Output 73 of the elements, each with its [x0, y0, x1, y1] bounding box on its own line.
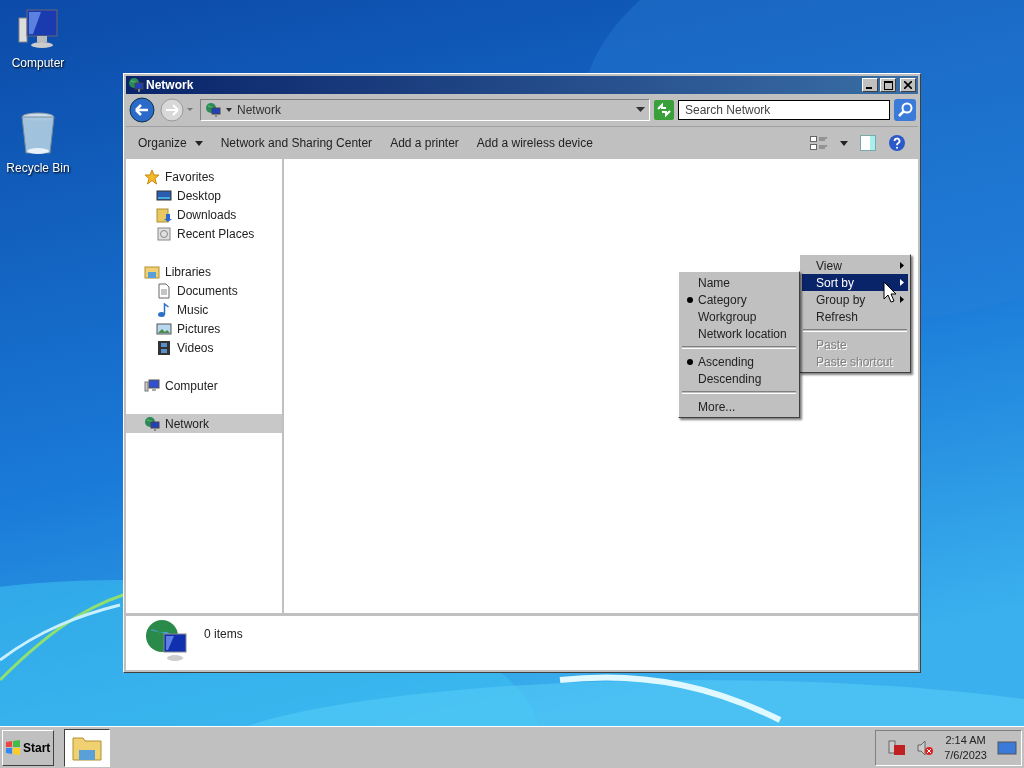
recycle-bin-icon	[18, 111, 58, 157]
refresh-button[interactable]	[654, 100, 674, 120]
view-details-icon[interactable]	[810, 135, 828, 151]
back-button[interactable]	[128, 96, 156, 124]
nav-item[interactable]: Favorites	[126, 167, 282, 186]
network-error-icon[interactable]	[888, 738, 907, 757]
menu-item[interactable]: More...	[681, 398, 797, 415]
nav-item[interactable]: Pictures	[126, 319, 282, 338]
address-path: Network	[237, 103, 282, 117]
command-link[interactable]: Network and Sharing Center	[220, 136, 373, 150]
clock-time: 2:14 AM	[945, 732, 986, 748]
nav-item[interactable]: Music	[126, 300, 282, 319]
organize-menu[interactable]: Organize	[138, 136, 203, 150]
recent-places-icon	[156, 225, 172, 242]
music-note-icon	[156, 301, 172, 318]
search-icon[interactable]	[894, 99, 916, 121]
menu-item[interactable]: Sort by	[802, 274, 908, 291]
minimize-button[interactable]	[862, 78, 878, 92]
network-globe-icon	[128, 77, 144, 93]
item-count: 0 items	[204, 627, 243, 641]
star-icon	[144, 168, 160, 185]
close-icon	[904, 81, 912, 89]
address-bar[interactable]: Network	[200, 99, 650, 121]
library-folder-icon	[144, 263, 160, 280]
taskbar-button[interactable]	[64, 728, 110, 767]
nav-item[interactable]: Computer	[126, 376, 282, 395]
close-button[interactable]	[900, 78, 916, 92]
windows-logo-icon	[5, 739, 21, 756]
command-link[interactable]: Add a wireless device	[476, 136, 593, 150]
document-icon	[156, 282, 172, 299]
caret-icon[interactable]	[840, 140, 848, 146]
command-link[interactable]: Add a printer	[390, 136, 459, 150]
menu-item[interactable]: Name	[681, 274, 797, 291]
maximize-icon	[883, 80, 893, 90]
menu-item[interactable]: Descending	[681, 370, 797, 387]
menu-item[interactable]: Ascending	[681, 353, 797, 370]
desktop-icon-label: Computer	[11, 56, 65, 70]
clock-date: 7/6/2023	[944, 747, 987, 763]
menu-item[interactable]: Refresh	[802, 308, 908, 325]
desktop-icon-label: Recycle Bin	[6, 161, 70, 175]
search-field[interactable]: Search Network	[678, 100, 890, 120]
clock[interactable]: 2:14 AM 7/6/2023	[944, 732, 987, 763]
nav-item[interactable]: Network	[126, 414, 282, 433]
dropdown-caret-icon[interactable]	[636, 107, 645, 113]
caret-icon	[194, 140, 203, 146]
caret-icon	[225, 107, 233, 113]
menu-item[interactable]: Category	[681, 291, 797, 308]
network-globe-icon	[144, 415, 160, 432]
mouse-cursor-icon	[883, 281, 897, 303]
show-desktop-icon[interactable]	[997, 739, 1017, 756]
pictures-icon	[156, 320, 172, 337]
network-globe-icon	[144, 618, 190, 664]
menu-item[interactable]: Network location	[681, 325, 797, 342]
network-globe-icon	[205, 102, 221, 118]
speaker-muted-icon[interactable]	[916, 738, 935, 757]
window-title: Network	[146, 78, 195, 92]
nav-item[interactable]: Desktop	[126, 186, 282, 205]
nav-item[interactable]: Documents	[126, 281, 282, 300]
film-icon	[156, 339, 172, 356]
nav-item[interactable]: Libraries	[126, 262, 282, 281]
desktop-icon	[156, 187, 172, 204]
nav-item[interactable]: Recent Places	[126, 224, 282, 243]
help-icon[interactable]	[888, 134, 906, 152]
nav-item[interactable]: Downloads	[126, 205, 282, 224]
start-button[interactable]: Start	[2, 729, 54, 766]
maximize-button[interactable]	[880, 78, 896, 92]
downloads-folder-icon	[156, 206, 172, 223]
nav-item[interactable]: Videos	[126, 338, 282, 357]
preview-pane-icon[interactable]	[860, 135, 876, 151]
menu-item[interactable]: Group by	[802, 291, 908, 308]
menu-item[interactable]: View	[802, 257, 908, 274]
menu-item[interactable]: Workgroup	[681, 308, 797, 325]
computer-icon	[144, 377, 160, 394]
